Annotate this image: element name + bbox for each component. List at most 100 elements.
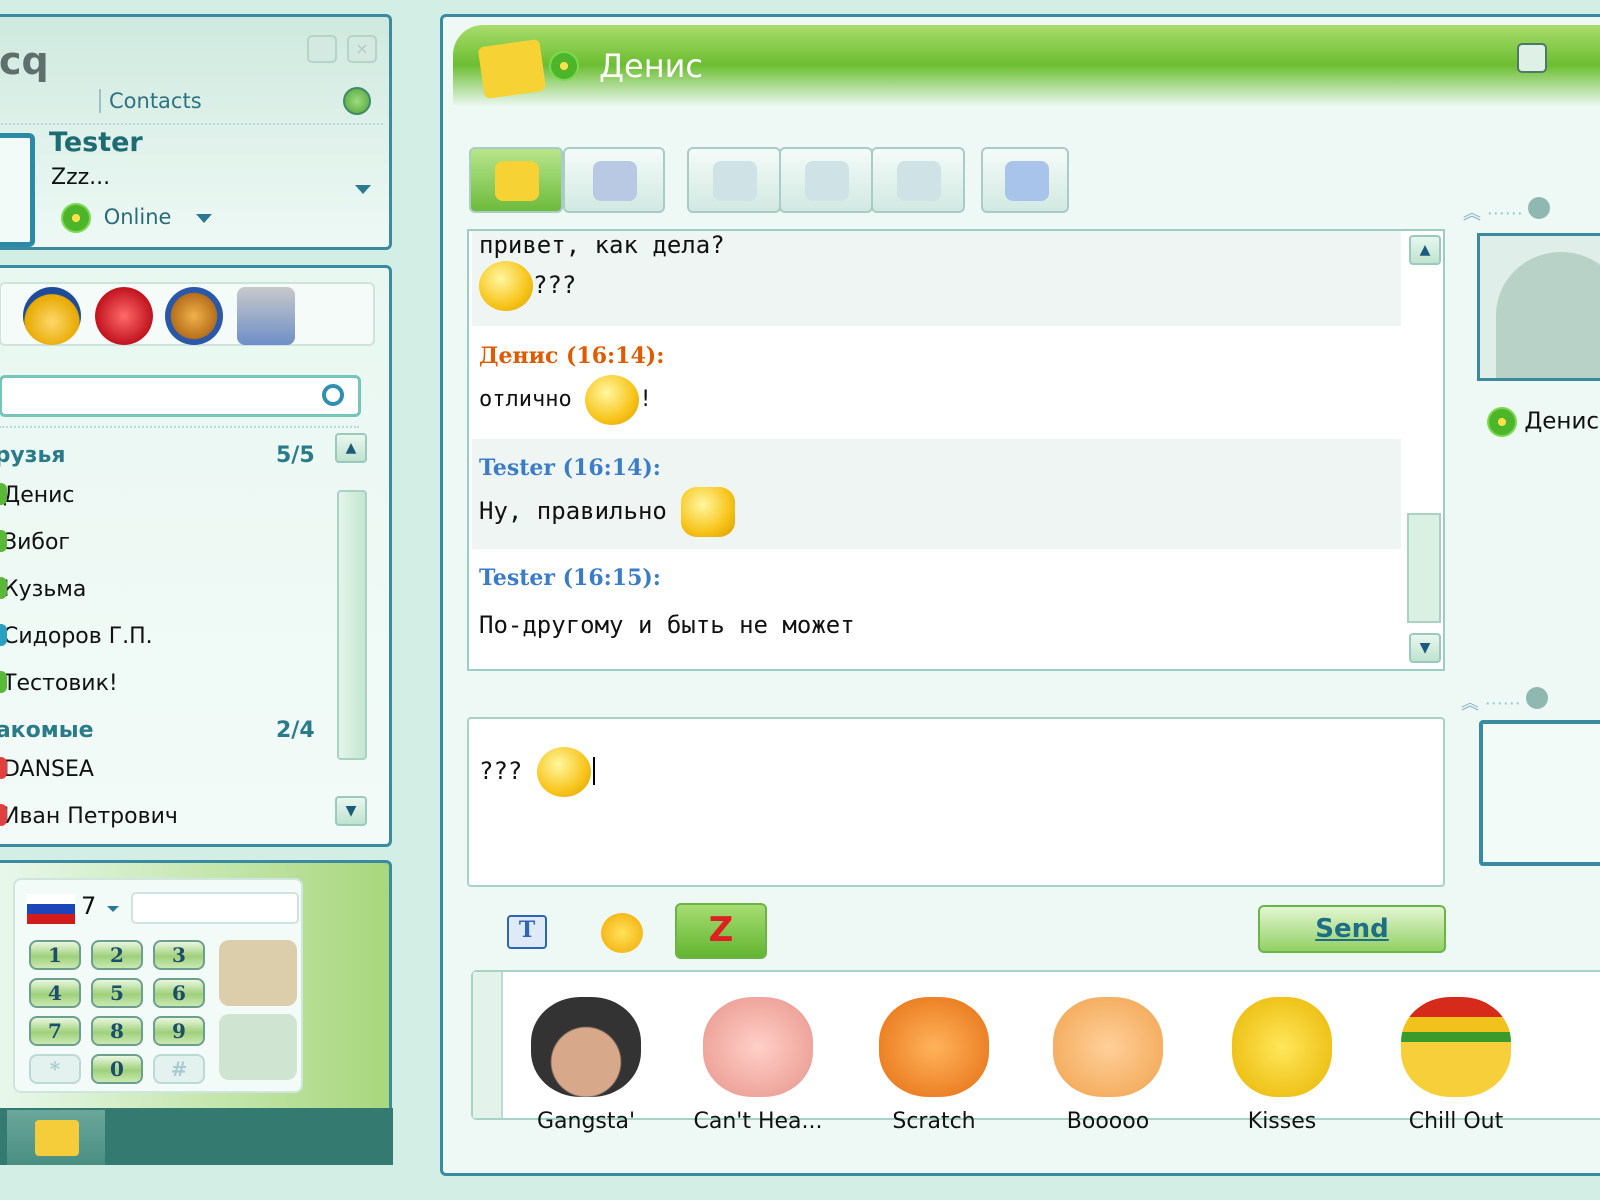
taskbar [0,1108,393,1165]
sms-mode-button[interactable] [563,147,665,213]
voice-call-button[interactable] [687,147,781,213]
dial-key[interactable]: # [153,1054,205,1084]
avatar[interactable] [0,133,35,247]
mobile-phone-button[interactable] [219,940,297,1006]
sticker-item[interactable]: Scratch [859,997,1009,1134]
dial-key[interactable]: 4 [29,978,81,1008]
contact-avatar [1477,233,1600,381]
search-icon[interactable] [322,384,344,406]
message-note-icon [477,38,547,100]
contact-name-label: Денис [1487,407,1599,437]
dialpad-panel: 7 1 2 3 4 5 6 7 8 9 * 0 # [0,860,393,1165]
group-header[interactable]: Знакомые [0,718,94,743]
message-text: По-другому и быть не может [479,611,855,639]
scroll-left-button[interactable] [473,972,503,1118]
dial-key[interactable]: 5 [91,978,143,1008]
penguin-xtraz-icon[interactable] [23,287,81,345]
collapse-avatar-icon[interactable]: ︽ ⋯⋯ [1463,197,1551,225]
chevron-down-icon [196,213,213,223]
smiley-icon [584,375,639,425]
kisses-sticker-icon [1232,997,1332,1097]
phone-number-input[interactable] [131,892,299,924]
heart-xtraz-icon[interactable] [95,287,153,345]
my-avatar[interactable] [1479,720,1600,866]
scroll-up-button[interactable]: ▲ [1409,235,1441,265]
dial-key[interactable]: 9 [153,1016,205,1046]
scroll-down-button[interactable]: ▼ [335,796,367,826]
robot-xtraz-icon[interactable] [237,287,295,345]
dial-key[interactable]: 6 [153,978,205,1008]
smiley-icon [479,261,533,311]
gangsta-sticker-icon [531,997,641,1097]
message-text: привет, как дела? [479,231,725,259]
online-status-icon [1487,407,1517,437]
contact-item[interactable]: Тестовик! [0,671,118,696]
online-status-icon [61,203,91,233]
contact-item[interactable]: Кузьма [0,577,86,602]
close-button[interactable]: × [347,35,377,63]
status-selector[interactable]: Online [61,203,213,233]
xtraz-z-button[interactable]: Z [675,903,767,959]
webcam-button[interactable] [779,147,873,213]
status-label: Online [103,205,172,229]
online-status-icon [549,51,579,81]
contacts-tab[interactable]: Contacts [99,89,202,113]
monkey-xtraz-icon[interactable] [165,287,223,345]
message-text: отлично ! [479,375,652,425]
smiley-picker-icon[interactable] [601,913,643,953]
dial-key[interactable]: 7 [29,1016,81,1046]
booooo-sticker-icon [1053,997,1163,1097]
status-message[interactable]: Zzz... [51,165,110,190]
russia-flag-icon[interactable] [27,894,75,924]
country-dropdown-icon[interactable] [107,906,119,912]
group-count: 2/4 [276,718,315,743]
call-button[interactable] [219,1014,297,1080]
group-header[interactable]: Друзья [0,443,66,468]
message-author: Денис (16:14): [479,343,665,369]
collapse-my-avatar-icon[interactable]: ︽ ⋯⋯ [1461,687,1549,715]
scrollbar-thumb[interactable] [1407,513,1441,623]
scroll-down-button[interactable]: ▼ [1409,633,1441,663]
cant-hear-sticker-icon [703,997,813,1097]
contact-item[interactable]: Зибог [0,530,70,555]
collapse-icon[interactable] [343,87,371,115]
contact-item[interactable]: Иван Петрович [0,804,178,829]
sticker-item[interactable]: Kisses [1207,997,1357,1134]
title-bar: Денис [453,25,1600,105]
sticker-item[interactable]: Gangsta' [511,997,661,1134]
country-code[interactable]: 7 [81,892,96,920]
message-input[interactable]: ??? [467,717,1445,887]
dial-key[interactable]: 3 [153,940,205,970]
chat-window: Денис привет, как дела? ??? Денис (16:14… [440,14,1600,1176]
contact-item[interactable]: DANSEA [0,757,94,782]
minimize-button[interactable] [1517,43,1547,73]
window-title: Денис [599,47,703,85]
status-message-dropdown-icon[interactable] [355,185,371,194]
dial-key[interactable]: 2 [91,940,143,970]
dialpad: 7 1 2 3 4 5 6 7 8 9 * 0 # [13,878,303,1093]
scroll-up-button[interactable]: ▲ [335,433,367,463]
phone-call-button[interactable] [871,147,965,213]
contact-item[interactable]: Сидоров Г.П. [0,624,153,649]
sticker-item[interactable]: Chill Out [1381,997,1531,1134]
user-name: Tester [49,127,143,158]
dial-key[interactable]: 0 [91,1054,143,1084]
contact-item[interactable]: Денис [0,483,75,508]
sticker-item[interactable]: Can't Hea... [683,997,833,1134]
message-author: Tester (16:15): [479,565,661,591]
dial-key[interactable]: * [29,1054,81,1084]
dial-key[interactable]: 8 [91,1016,143,1046]
message-mode-button[interactable] [469,147,563,213]
scrollbar-thumb[interactable] [337,490,367,760]
minimize-button[interactable] [307,35,337,63]
send-button[interactable]: Send [1258,905,1446,953]
scratch-sticker-icon [879,997,989,1097]
dial-key[interactable]: 1 [29,940,81,970]
chill-out-sticker-icon [1401,997,1511,1097]
send-file-button[interactable] [981,147,1069,213]
messages-envelope-icon[interactable] [7,1110,105,1165]
search-input[interactable] [0,375,361,417]
chat-history: привет, как дела? ??? Денис (16:14): отл… [467,229,1445,671]
sticker-item[interactable]: Booooo [1033,997,1183,1134]
font-format-button[interactable]: T [507,915,547,949]
